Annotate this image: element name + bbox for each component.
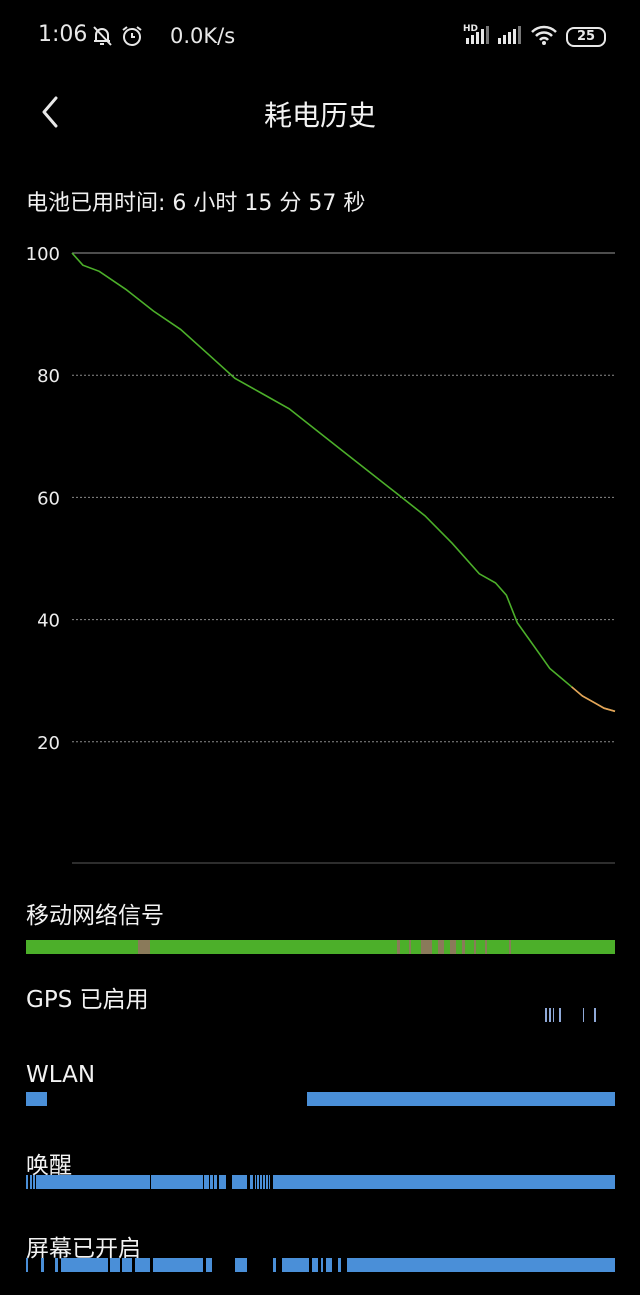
gps-segment bbox=[545, 1008, 547, 1022]
awake-segment bbox=[273, 1175, 615, 1189]
awake-bar bbox=[26, 1175, 615, 1189]
screen-on-segment bbox=[61, 1258, 109, 1272]
wlan-label: WLAN bbox=[26, 1062, 96, 1088]
mobile-signal-weak-segment bbox=[397, 940, 400, 954]
y-tick-label: 20 bbox=[37, 733, 60, 754]
screen-on-segment bbox=[110, 1258, 121, 1272]
y-tick-label: 40 bbox=[37, 611, 60, 632]
gps-segment bbox=[559, 1008, 561, 1022]
page-title: 耗电历史 bbox=[263, 99, 376, 132]
awake-segment bbox=[268, 1175, 271, 1189]
gps-segment bbox=[552, 1008, 555, 1022]
awake-segment bbox=[249, 1175, 253, 1189]
status-time: 1:06 bbox=[38, 22, 88, 47]
wlan-segment bbox=[306, 1092, 615, 1106]
screen-on-segment bbox=[273, 1258, 277, 1272]
awake-segment bbox=[256, 1175, 259, 1189]
gps-bar bbox=[26, 1008, 615, 1022]
awake-segment bbox=[29, 1175, 32, 1189]
mute-bell-icon bbox=[93, 26, 112, 46]
battery-history-chart: 100 80 60 40 20 bbox=[26, 244, 616, 864]
awake-segment bbox=[210, 1175, 214, 1189]
mobile-signal-weak-segment bbox=[450, 940, 456, 954]
mobile-signal-weak-segment bbox=[485, 940, 488, 954]
mobile-signal-segment bbox=[26, 940, 615, 954]
awake-segment bbox=[254, 1175, 257, 1189]
screen-on-segment bbox=[347, 1258, 615, 1272]
screen-on-segment bbox=[235, 1258, 247, 1272]
screen-on-segment bbox=[320, 1258, 324, 1272]
awake-segment bbox=[218, 1175, 227, 1189]
awake-segment bbox=[26, 1175, 29, 1189]
battery-icon: 25 bbox=[566, 27, 606, 47]
mobile-signal-weak-segment bbox=[438, 940, 445, 954]
battery-usage-time: 电池已用时间: 6 小时 15 分 57 秒 bbox=[26, 191, 366, 216]
screen-on-segment bbox=[205, 1258, 212, 1272]
screen-on-segment bbox=[152, 1258, 203, 1272]
wlan-bar bbox=[26, 1092, 615, 1106]
awake-segment bbox=[232, 1175, 247, 1189]
network-speed: 0.0K/s bbox=[170, 24, 236, 48]
screen-on-segment bbox=[311, 1258, 318, 1272]
y-tick-label: 100 bbox=[26, 244, 60, 265]
mobile-signal-weak-segment bbox=[508, 940, 511, 954]
screen-on-segment bbox=[26, 1258, 28, 1272]
awake-segment bbox=[33, 1175, 35, 1189]
awake-segment bbox=[214, 1175, 217, 1189]
screen-on-segment bbox=[122, 1258, 132, 1272]
mobile-signal-weak-segment bbox=[461, 940, 465, 954]
mobile-signal-label: 移动网络信号 bbox=[26, 903, 164, 929]
awake-segment bbox=[150, 1175, 203, 1189]
wlan-segment bbox=[26, 1092, 47, 1106]
mobile-signal-weak-segment bbox=[408, 940, 411, 954]
gps-segment bbox=[549, 1008, 551, 1022]
screen-on-segment bbox=[55, 1258, 59, 1272]
alarm-icon bbox=[122, 26, 142, 46]
awake-segment bbox=[260, 1175, 262, 1189]
mobile-signal-weak-segment bbox=[473, 940, 476, 954]
screen-on-segment bbox=[338, 1258, 342, 1272]
screen-on-segment bbox=[134, 1258, 150, 1272]
screen-on-segment bbox=[326, 1258, 333, 1272]
series-line-low-segment bbox=[571, 686, 616, 713]
awake-segment bbox=[266, 1175, 268, 1189]
awake-segment bbox=[263, 1175, 265, 1189]
signal-icon bbox=[466, 26, 489, 44]
series-line bbox=[71, 252, 616, 713]
gps-segment bbox=[594, 1008, 596, 1022]
mobile-signal-weak-segment bbox=[420, 940, 433, 954]
mobile-signal-bar bbox=[26, 940, 615, 954]
wifi-icon bbox=[531, 25, 557, 45]
screen-on-segment bbox=[40, 1258, 44, 1272]
y-tick-label: 80 bbox=[37, 366, 60, 387]
screen-on-segment bbox=[282, 1258, 309, 1272]
mobile-signal-weak-segment bbox=[137, 940, 150, 954]
gps-segment bbox=[582, 1008, 585, 1022]
screen-on-bar bbox=[26, 1258, 615, 1272]
y-tick-label: 60 bbox=[37, 488, 60, 509]
awake-segment bbox=[36, 1175, 150, 1189]
signal-icon bbox=[498, 26, 521, 44]
awake-segment bbox=[204, 1175, 209, 1189]
